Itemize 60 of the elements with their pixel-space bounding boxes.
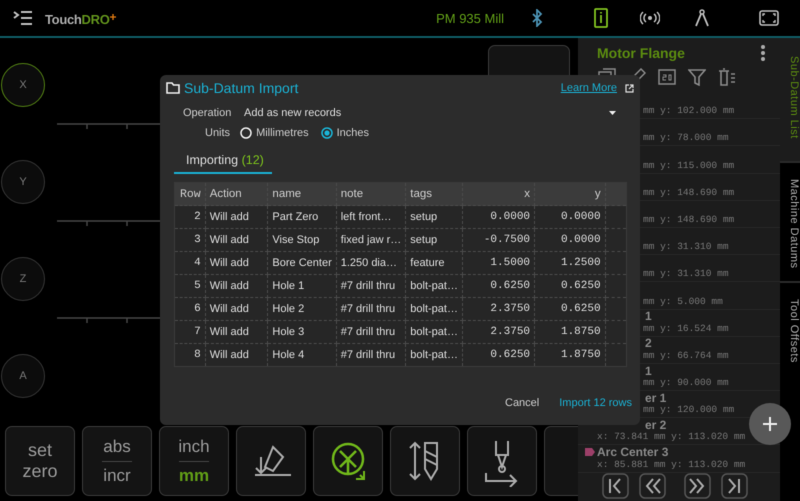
table-cell: 0.0000 <box>534 228 606 252</box>
table-cell: Bore Center <box>268 252 336 274</box>
table-cell: 7 <box>174 320 206 344</box>
table-cell: fixed jaw r… <box>336 228 406 252</box>
table-cell: Hole 1 <box>268 274 336 298</box>
table-cell: Hole 2 <box>268 298 336 320</box>
table-cell: Will add <box>205 274 268 298</box>
item-coordinates: mm y: 78.000 mm <box>643 132 730 144</box>
table-cell: #7 drill thru <box>336 320 406 344</box>
table-cell: Will add <box>205 320 268 344</box>
table-cell: 3 <box>174 228 206 252</box>
table-cell: feature <box>406 252 462 274</box>
table-cell: 1.8750 <box>534 320 606 344</box>
table-cell: 2.3750 <box>462 298 535 320</box>
table-cell: setup <box>406 228 462 252</box>
table-cell: #7 drill thru <box>336 298 406 320</box>
table-cell: bolt-pat… <box>406 274 462 298</box>
item-coordinates: mm y: 5.000 mm <box>643 296 724 306</box>
table-cell: 5 <box>174 274 206 298</box>
table-cell: 0.6250 <box>534 298 606 320</box>
table-cell: 1.5000 <box>462 252 535 274</box>
item-coordinates: mm y: 31.310 mm <box>643 241 730 252</box>
table-cell: 2 <box>174 206 206 228</box>
table-cell: Will add <box>205 252 268 274</box>
table-cell: 1.250 dia… <box>336 252 406 274</box>
item-coordinates: mm y: 102.000 mm <box>643 105 736 116</box>
table-cell: 0.6250 <box>462 274 535 298</box>
table-cell: 0.0000 <box>534 206 606 228</box>
table-cell: Will add <box>205 228 268 252</box>
table-cell: -0.7500 <box>462 228 535 252</box>
panel-title: Motor Flange <box>597 45 685 61</box>
table-cell: 6 <box>174 298 206 320</box>
table-cell: bolt-pat… <box>406 320 462 344</box>
table-cell: Will add <box>205 206 268 228</box>
item-coordinates: mm y: 66.764 mm <box>643 350 730 361</box>
table-cell: 2.3750 <box>462 320 535 344</box>
item-coordinates: mm y: 115.000 mm <box>643 160 736 171</box>
table-cell: setup <box>406 206 462 228</box>
dialog-title: Sub-Datum Import <box>184 80 298 96</box>
item-coordinates: x: 85.881 mm y: 113.020 mm <box>597 458 746 470</box>
table-cell: Part Zero <box>268 206 336 228</box>
item-coordinates: mm y: 90.000 mm <box>643 377 730 388</box>
table-cell: Vise Stop <box>268 228 336 252</box>
item-coordinates: mm y: 31.310 mm <box>643 268 730 280</box>
item-coordinates: x: 73.841 mm y: 113.020 mm <box>597 431 746 442</box>
table-cell: left front… <box>336 206 406 228</box>
table-cell: 0.6250 <box>534 274 606 298</box>
table-cell: 0.0000 <box>462 206 535 228</box>
item-coordinates: mm y: 148.690 mm <box>643 214 736 225</box>
table-cell: 1.2500 <box>534 252 606 274</box>
table-cell: 4 <box>174 252 206 274</box>
field-label: Units <box>205 127 230 139</box>
item-coordinates: mm y: 148.690 mm <box>643 186 736 198</box>
table-cell: Will add <box>205 298 268 320</box>
item-coordinates: mm y: 120.000 mm <box>643 404 736 416</box>
item-coordinates: mm y: 16.524 mm <box>643 322 730 334</box>
table-cell: #7 drill thru <box>336 274 406 298</box>
table-cell: bolt-pat… <box>406 298 462 320</box>
field-label: Operation <box>183 107 232 119</box>
table-cell: Hole 3 <box>268 320 336 344</box>
